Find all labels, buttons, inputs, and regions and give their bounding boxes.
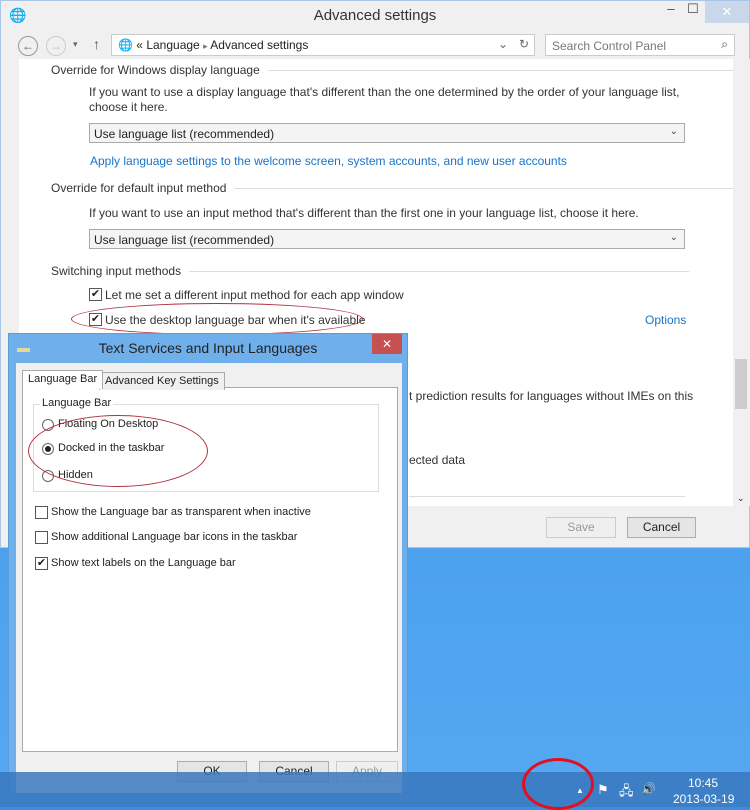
- cancel-button[interactable]: Cancel: [627, 517, 696, 538]
- input-method-description: If you want to use an input method that'…: [89, 206, 639, 220]
- breadcrumb-language[interactable]: Language: [146, 38, 199, 52]
- input-method-select[interactable]: Use language list (recommended) ⌄: [89, 229, 685, 249]
- back-button[interactable]: ←: [18, 36, 38, 56]
- section-switching-heading: Switching input methods: [51, 264, 690, 278]
- breadcrumb-overflow[interactable]: «: [136, 38, 143, 52]
- recent-locations-button[interactable]: ▾: [73, 39, 78, 50]
- close-button[interactable]: ✕: [705, 1, 749, 23]
- scrollbar-thumb[interactable]: [735, 359, 747, 409]
- language-icon: 🌐: [118, 38, 133, 52]
- minimize-button[interactable]: –: [661, 1, 681, 23]
- display-language-select[interactable]: Use language list (recommended) ⌄: [89, 123, 685, 143]
- navigation-bar: ← → ▾ ↑ 🌐 « Language ▸ Advanced settings…: [15, 34, 737, 58]
- refresh-icon[interactable]: ↻: [519, 37, 529, 51]
- additional-icons-checkbox[interactable]: [35, 531, 48, 544]
- section-input-method-heading: Override for default input method: [51, 181, 733, 195]
- address-bar[interactable]: 🌐 « Language ▸ Advanced settings ⌄ ↻: [111, 34, 535, 56]
- search-icon[interactable]: ⌕: [721, 37, 728, 52]
- forward-button[interactable]: →: [46, 36, 66, 56]
- text-labels-label: Show text labels on the Language bar: [51, 557, 236, 569]
- volume-icon[interactable]: 🔊: [641, 782, 656, 796]
- options-link[interactable]: Options: [645, 313, 686, 327]
- prediction-text: t prediction results for languages witho…: [409, 389, 694, 403]
- clock-date[interactable]: 2013-03-19: [673, 792, 734, 806]
- search-input[interactable]: Search Control Panel ⌕: [545, 34, 735, 56]
- up-button[interactable]: ↑: [93, 36, 100, 52]
- title-bar: 🌐 Advanced settings – ☐ ✕: [1, 1, 749, 31]
- chevron-down-icon: ⌄: [669, 126, 678, 137]
- dialog-body: Language Bar Floating On Desktop Docked …: [16, 363, 402, 793]
- collected-data-text: ected data: [409, 453, 466, 467]
- tab-advanced-key-settings[interactable]: Advanced Key Settings: [99, 372, 225, 390]
- text-labels-checkbox[interactable]: ✔: [35, 557, 48, 570]
- tab-language-bar[interactable]: Language Bar: [22, 370, 104, 389]
- window-title: Advanced settings: [313, 7, 437, 24]
- taskbar: ▲ ⚑ 🖧 🔊 10:45 2013-03-19: [0, 758, 750, 810]
- per-app-input-checkbox[interactable]: ✔: [89, 288, 102, 301]
- network-icon[interactable]: 🖧: [619, 782, 634, 804]
- search-placeholder: Search Control Panel: [552, 39, 667, 53]
- section-display-language-heading: Override for Windows display language: [51, 63, 733, 77]
- breadcrumb-separator-icon: ▸: [203, 41, 208, 51]
- text-services-dialog: ▬ Text Services and Input Languages ✕ La…: [8, 333, 408, 793]
- address-dropdown-icon[interactable]: ⌄: [498, 37, 508, 51]
- transparent-checkbox[interactable]: [35, 506, 48, 519]
- clock-time[interactable]: 10:45: [688, 776, 718, 790]
- highlight-circle: [522, 758, 594, 810]
- vertical-scrollbar[interactable]: ⌄: [733, 59, 750, 506]
- breadcrumb-advanced-settings[interactable]: Advanced settings: [210, 38, 308, 52]
- maximize-button[interactable]: ☐: [683, 1, 703, 23]
- scroll-down-icon[interactable]: ⌄: [737, 493, 745, 504]
- tab-panel: Language Bar Floating On Desktop Docked …: [22, 387, 398, 752]
- dialog-title: Text Services and Input Languages: [98, 340, 318, 356]
- highlight-ellipse: [71, 303, 363, 335]
- dialog-close-button[interactable]: ✕: [372, 334, 402, 354]
- action-center-flag-icon[interactable]: ⚑: [597, 782, 609, 798]
- per-app-input-label: Let me set a different input method for …: [105, 288, 404, 302]
- chevron-down-icon: ⌄: [669, 232, 678, 243]
- group-label: Language Bar: [40, 397, 114, 409]
- save-button[interactable]: Save: [546, 517, 616, 538]
- display-language-description: If you want to use a display language th…: [89, 85, 680, 114]
- input-method-value: Use language list (recommended): [94, 233, 275, 247]
- display-language-value: Use language list (recommended): [94, 127, 275, 141]
- apply-language-settings-link[interactable]: Apply language settings to the welcome s…: [90, 154, 567, 168]
- highlight-ellipse: [28, 415, 208, 487]
- transparent-label: Show the Language bar as transparent whe…: [51, 506, 311, 518]
- additional-icons-label: Show additional Language bar icons in th…: [51, 531, 298, 543]
- divider: [409, 496, 685, 497]
